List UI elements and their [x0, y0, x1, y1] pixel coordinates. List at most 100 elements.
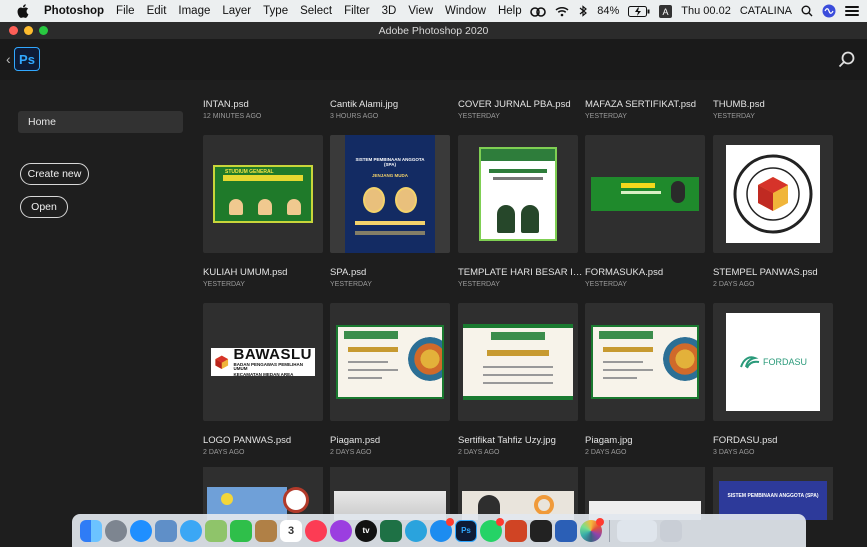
file-thumbnail[interactable]: SISTEM PEMBINAAN ANGGOTA (SPA)	[713, 467, 833, 520]
file-thumbnail[interactable]: FORDASU	[713, 303, 833, 421]
wifi-icon[interactable]	[555, 6, 569, 17]
file-tile[interactable]: STEMPEL PANWAS.psd 2 DAYS AGO FORDASU	[713, 267, 833, 421]
word-icon[interactable]	[555, 519, 577, 542]
file-tile[interactable]: KULIAH UMUM.psd YESTERDAY BAWASLU BADAN …	[203, 267, 323, 421]
music-icon[interactable]	[305, 519, 327, 542]
file-thumbnail[interactable]	[585, 467, 705, 520]
back-chevron-icon[interactable]: ‹	[6, 51, 11, 67]
file-tile[interactable]: COVER JURNAL PBA.psd YESTERDAY	[458, 99, 578, 253]
maps-icon[interactable]	[205, 519, 227, 542]
menu-filter[interactable]: Filter	[344, 5, 370, 17]
file-thumbnail[interactable]: BAWASLU BADAN PENGAWAS PEMILIHAN UMUM KE…	[203, 303, 323, 421]
thumbnail-artwork: BAWASLU BADAN PENGAWAS PEMILIHAN UMUM KE…	[211, 347, 315, 376]
input-a-icon[interactable]: A	[659, 4, 673, 18]
file-name: FORMASUKA.psd	[585, 267, 664, 278]
podcasts-icon[interactable]	[330, 519, 352, 542]
zoom-window-button[interactable]	[39, 26, 48, 35]
sidebar-item-home[interactable]: Home	[18, 111, 183, 133]
menu-image[interactable]: Image	[178, 5, 210, 17]
panwas-seal-icon	[733, 154, 813, 234]
thumbnail-text: SISTEM PEMBINAAN ANGGOTA (SPA)	[727, 493, 819, 499]
menu-layer[interactable]: Layer	[222, 5, 251, 17]
safari-icon[interactable]	[130, 519, 152, 542]
menu-app-name[interactable]: Photoshop	[44, 5, 104, 17]
file-tile[interactable]: SPA.psd YESTERDAY	[330, 267, 450, 421]
file-thumbnail[interactable]	[585, 303, 705, 421]
siri-icon[interactable]	[822, 4, 836, 18]
file-thumbnail[interactable]	[585, 135, 705, 253]
file-tile[interactable]: MAFAZA SERTIFIKAT.psd YESTERDAY	[585, 99, 705, 253]
file-tile[interactable]: LOGO PANWAS.psd 2 DAYS AGO	[203, 435, 323, 456]
file-thumbnail[interactable]: SISTEM PEMBINAAN ANGGOTA (SPA) JENJANG M…	[330, 135, 450, 253]
bluetooth-icon[interactable]	[578, 5, 588, 17]
thumbnail-text: STUDIUM GENERAL	[225, 169, 274, 175]
messages-icon[interactable]	[180, 519, 202, 542]
search-icon[interactable]	[837, 50, 857, 70]
menu-select[interactable]: Select	[300, 5, 332, 17]
file-thumbnail[interactable]	[203, 467, 323, 520]
file-name: Piagam.jpg	[585, 435, 633, 446]
whatsapp-icon[interactable]	[480, 517, 504, 542]
menu-file[interactable]: File	[116, 5, 135, 17]
tv-icon[interactable]: tv	[355, 519, 377, 542]
file-time: YESTERDAY	[713, 113, 755, 120]
menubar-clock[interactable]: Thu 00.02	[681, 5, 731, 17]
thumbnail-artwork	[463, 324, 573, 400]
menu-3d[interactable]: 3D	[382, 5, 397, 17]
excel-icon[interactable]	[380, 519, 402, 542]
menu-view[interactable]: View	[408, 5, 433, 17]
app-store-icon[interactable]	[430, 517, 454, 542]
terminal-icon[interactable]	[530, 519, 552, 542]
open-button[interactable]: Open	[20, 196, 68, 218]
menu-help[interactable]: Help	[498, 5, 522, 17]
menubar-user[interactable]: CATALINA	[740, 5, 792, 17]
file-tile[interactable]: Piagam.psd 2 DAYS AGO	[330, 435, 450, 456]
create-new-button[interactable]: Create new	[20, 163, 89, 185]
telegram-icon[interactable]	[405, 519, 427, 542]
finder-icon[interactable]	[80, 519, 102, 542]
facetime-icon[interactable]	[230, 519, 252, 542]
notes-icon[interactable]	[255, 519, 277, 542]
menu-edit[interactable]: Edit	[147, 5, 167, 17]
file-thumbnail[interactable]	[458, 135, 578, 253]
file-thumbnail[interactable]	[458, 303, 578, 421]
file-name: Piagam.psd	[330, 435, 381, 446]
file-time: YESTERDAY	[458, 113, 500, 120]
file-thumbnail[interactable]	[330, 467, 450, 520]
minimize-window-button[interactable]	[24, 26, 33, 35]
battery-icon[interactable]	[628, 5, 650, 17]
photos-icon[interactable]	[580, 517, 604, 542]
file-tile[interactable]: THUMB.psd YESTERDAY	[713, 99, 833, 253]
file-thumbnail[interactable]	[458, 467, 578, 520]
file-name: STEMPEL PANWAS.psd	[713, 267, 818, 278]
window-title: Adobe Photoshop 2020	[378, 24, 489, 37]
file-tile[interactable]: FORDASU.psd 3 DAYS AGO	[713, 435, 833, 456]
file-tile[interactable]: Cantik Alami.jpg 3 HOURS AGO SISTEM PEMB…	[330, 99, 450, 253]
creative-cloud-icon[interactable]	[530, 6, 547, 17]
downloads-icon[interactable]	[617, 519, 657, 542]
trash-icon[interactable]	[660, 519, 682, 542]
file-thumbnail[interactable]	[713, 135, 833, 253]
powerpoint-icon[interactable]	[505, 519, 527, 542]
control-center-icon[interactable]	[845, 5, 859, 17]
file-thumbnail[interactable]: STUDIUM GENERAL	[203, 135, 323, 253]
file-tile[interactable]: Sertifikat Tahfiz Uzy.jpg 2 DAYS AGO	[458, 435, 578, 456]
photoshop-icon[interactable]: Ps	[455, 519, 477, 542]
file-tile[interactable]: FORMASUKA.psd YESTERDAY	[585, 267, 705, 421]
spotlight-icon[interactable]	[801, 5, 813, 17]
launchpad-icon[interactable]	[105, 519, 127, 542]
apple-icon[interactable]	[16, 4, 30, 18]
file-tile[interactable]: INTAN.psd 12 MINUTES AGO STUDIUM GENERAL	[203, 99, 323, 253]
file-tile[interactable]: TEMPLATE HARI BESAR ITH... YESTERDAY	[458, 267, 583, 421]
file-thumbnail[interactable]	[330, 303, 450, 421]
menu-window[interactable]: Window	[445, 5, 486, 17]
menu-type[interactable]: Type	[263, 5, 288, 17]
calendar-icon[interactable]: 3	[280, 519, 302, 542]
preview-icon[interactable]	[155, 519, 177, 542]
close-window-button[interactable]	[9, 26, 18, 35]
thumbnail-text: BADAN PENGAWAS PEMILIHAN UMUM	[233, 361, 304, 372]
menubar-status-area: 84% A Thu 00.02 CATALINA	[530, 0, 859, 22]
file-time: 2 DAYS AGO	[585, 449, 627, 456]
file-tile[interactable]: Piagam.jpg 2 DAYS AGO	[585, 435, 705, 456]
photoshop-logo[interactable]: Ps	[14, 47, 40, 71]
